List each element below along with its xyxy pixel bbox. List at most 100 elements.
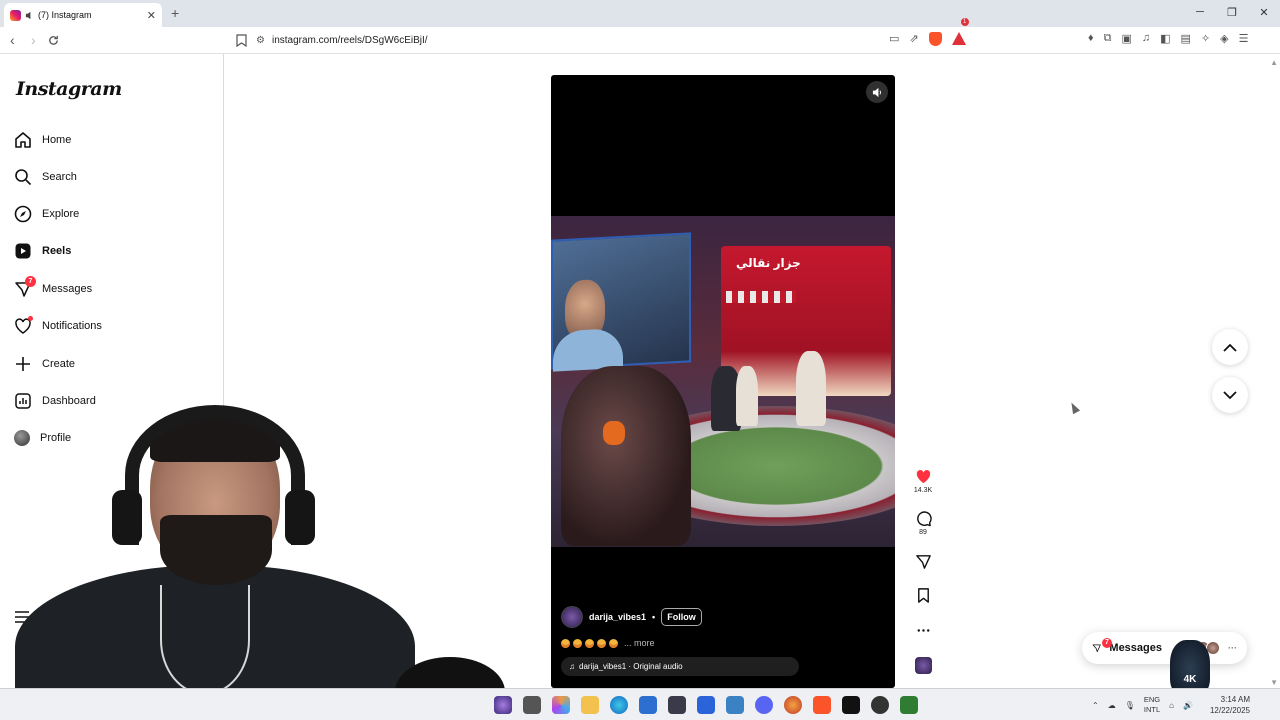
edge-icon[interactable] [610, 696, 628, 714]
share-icon[interactable]: ⇗ [909, 32, 918, 46]
file-explorer-icon[interactable] [581, 696, 599, 714]
tab-title: (7) Instagram [38, 10, 92, 20]
new-tab-button[interactable]: + [171, 5, 179, 21]
store-icon[interactable] [639, 696, 657, 714]
sidebar-item-explore[interactable]: Explore [14, 199, 79, 229]
screenshot-icon[interactable]: ▣ [1121, 32, 1131, 45]
sidebar-item-home[interactable]: Home [14, 125, 71, 155]
puzzle-icon[interactable]: ⧉ [1104, 32, 1112, 45]
app-icon[interactable] [726, 696, 744, 714]
headphone-cup [285, 490, 315, 545]
streamer-chain [160, 585, 250, 695]
sidebar-item-label: Messages [42, 283, 93, 295]
emoji-icon [573, 638, 582, 648]
network-icon[interactable]: ☁ [1108, 701, 1116, 710]
scroll-down-arrow-icon[interactable]: ▼ [1270, 678, 1278, 687]
back-icon[interactable]: ‹ [10, 32, 15, 48]
app-icon[interactable] [871, 696, 889, 714]
browser-tabbar: (7) Instagram ✕ + ─ ❐ ✕ [0, 0, 1280, 27]
discord-icon[interactable] [755, 696, 773, 714]
leo-ai-icon[interactable]: ✧ [1201, 32, 1210, 45]
music-icon[interactable]: ♫ [1142, 32, 1150, 45]
reel-caption[interactable]: ... more [561, 638, 891, 648]
wifi-icon[interactable]: ⌂ [1169, 701, 1174, 710]
minimize-button[interactable]: ─ [1184, 6, 1216, 19]
more-options-action[interactable] [906, 622, 940, 641]
reel-player[interactable]: جزار نقالي darija_vibes1 • Follow ... mo… [551, 75, 895, 688]
copilot-icon[interactable] [552, 696, 570, 714]
app-icon[interactable] [523, 696, 541, 714]
brave-rewards-icon[interactable]: 1 [951, 18, 969, 45]
bookmark-icon[interactable] [236, 34, 247, 47]
audio-attribution[interactable]: ♫ darija_vibes1 · Original audio [561, 657, 799, 676]
sidebar-item-label: Search [42, 171, 77, 183]
app-icon[interactable] [784, 696, 802, 714]
author-avatar[interactable] [561, 606, 583, 628]
caption-more-link[interactable]: ... more [624, 638, 655, 648]
scroll-up-arrow-icon[interactable]: ▲ [1270, 58, 1278, 67]
app-icon[interactable] [668, 696, 686, 714]
sidebar-item-notifications[interactable]: Notifications [14, 311, 102, 341]
video-person [736, 366, 758, 426]
instagram-favicon-icon [10, 9, 21, 21]
sidebar-item-label: Home [42, 134, 72, 146]
search-icon [15, 169, 32, 186]
language-code: ENG [1143, 695, 1161, 704]
sidebar-item-create[interactable]: Create [14, 349, 75, 379]
app-icon[interactable] [697, 696, 715, 714]
url-field[interactable]: ⚙ instagram.com/reels/DSgW6cEiBjI/ [256, 31, 976, 50]
language-indicator[interactable]: ENG INTL [1144, 695, 1160, 715]
share-action[interactable] [906, 553, 940, 572]
tab-instagram[interactable]: (7) Instagram ✕ [4, 3, 162, 27]
sidebar-item-label: Notifications [42, 320, 102, 332]
volume-icon [872, 87, 881, 97]
messages-icon [1092, 644, 1101, 653]
floating-messages-button[interactable]: 7 Messages ··· [1082, 632, 1247, 664]
speaker-icon[interactable] [25, 11, 34, 20]
vpn-icon[interactable]: ◈ [1220, 32, 1228, 45]
sidebar-icon[interactable]: ◧ [1160, 32, 1170, 45]
url-text: instagram.com/reels/DSgW6cEiBjI/ [271, 35, 428, 46]
brave-icon[interactable] [813, 696, 831, 714]
mouse-cursor-icon [1067, 400, 1081, 415]
menu-icon[interactable]: ☰ [1239, 32, 1249, 45]
sidebar-item-search[interactable]: Search [14, 162, 77, 192]
forward-icon[interactable]: › [31, 32, 36, 48]
reels-icon [15, 243, 31, 259]
close-window-button[interactable]: ✕ [1248, 6, 1280, 19]
close-tab-icon[interactable]: ✕ [147, 9, 156, 22]
video-screen-shirt [553, 327, 623, 372]
more-dots-icon: ··· [1228, 643, 1237, 653]
follow-button[interactable]: Follow [661, 608, 702, 626]
reel-video-frame: جزار نقالي [551, 216, 895, 547]
site-settings-icon[interactable]: ⚙ [256, 35, 265, 46]
cast-icon[interactable]: ▭ [889, 32, 899, 46]
next-reel-button[interactable] [1212, 377, 1248, 413]
more-dots-icon [917, 629, 929, 632]
capcut-icon[interactable] [842, 696, 860, 714]
volume-icon[interactable]: 🔊 [1183, 701, 1193, 710]
previous-reel-button[interactable] [1212, 329, 1248, 365]
sidebar-item-messages[interactable]: 7 Messages [14, 274, 92, 304]
microphone-icon[interactable]: 🎙 [1125, 701, 1135, 710]
toolbar-icons: ♦ ⧉ ▣ ♫ ◧ ▤ ✧ ◈ ☰ [1088, 32, 1249, 45]
system-clock[interactable]: 3:14 AM 12/22/2025 [1210, 694, 1250, 716]
app-icon[interactable] [900, 696, 918, 714]
audio-thumbnail[interactable] [906, 657, 940, 674]
brave-shields-icon[interactable] [928, 32, 942, 46]
like-action[interactable]: 14.3K [906, 468, 940, 494]
wallet-icon[interactable]: ▤ [1181, 32, 1191, 45]
comment-action[interactable]: 89 [906, 510, 940, 536]
reel-author-row: darija_vibes1 • Follow [561, 606, 891, 628]
instagram-logo[interactable]: Instagram [16, 78, 122, 100]
sidebar-item-reels[interactable]: Reels [14, 236, 71, 266]
reload-icon[interactable] [47, 34, 60, 47]
extension-icon[interactable]: ♦ [1088, 32, 1094, 45]
app-icon[interactable] [494, 696, 512, 714]
save-action[interactable] [906, 587, 940, 606]
author-username[interactable]: darija_vibes1 [589, 612, 646, 622]
video-sign-text: جزار نقالي [736, 256, 801, 270]
chevron-up-icon[interactable]: ⌃ [1092, 701, 1099, 710]
mute-button[interactable] [866, 81, 888, 103]
restore-button[interactable]: ❐ [1216, 6, 1248, 19]
